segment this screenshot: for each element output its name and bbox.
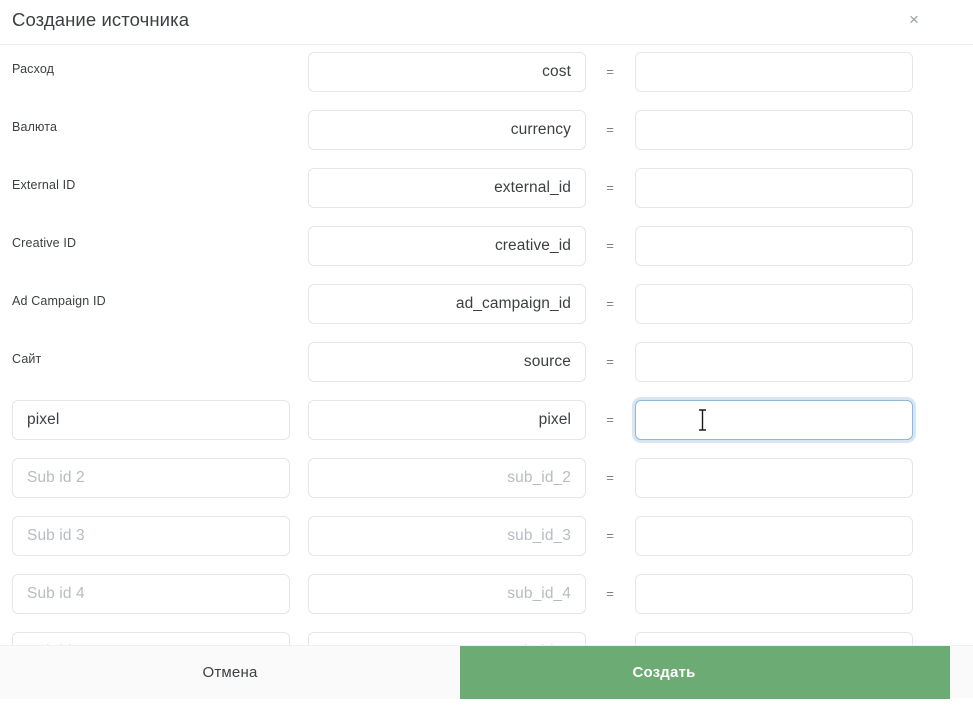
mapped-value-input[interactable]: [635, 400, 913, 440]
field-mapping-row: Ad Campaign ID =: [0, 277, 973, 335]
equals-sign: =: [606, 64, 614, 79]
equals-sign: =: [606, 296, 614, 311]
create-button[interactable]: Создать: [460, 646, 950, 699]
field-mapping-list[interactable]: Расход=Валюта=External ID=Creative ID=Ad…: [0, 45, 973, 645]
equals-sign: =: [606, 180, 614, 195]
mapped-value-input[interactable]: [635, 168, 913, 208]
equals-sign: =: [606, 238, 614, 253]
close-icon[interactable]: ×: [903, 9, 925, 31]
source-field-input[interactable]: [308, 458, 586, 498]
row-label: Валюта: [12, 120, 58, 134]
field-mapping-row: =: [0, 625, 973, 645]
sub-id-name-input[interactable]: [12, 458, 290, 498]
mapped-value-input[interactable]: [635, 52, 913, 92]
field-mapping-row: Сайт =: [0, 335, 973, 393]
field-mapping-row: Расход =: [0, 45, 973, 103]
mapped-value-input[interactable]: [635, 110, 913, 150]
field-mapping-row: Валюта =: [0, 103, 973, 161]
field-mapping-row: =: [0, 509, 973, 567]
equals-sign: =: [606, 528, 614, 543]
equals-sign: =: [606, 470, 614, 485]
row-label: Creative ID: [12, 236, 77, 250]
source-field-input[interactable]: [308, 516, 586, 556]
mapped-value-input[interactable]: [635, 516, 913, 556]
source-field-input[interactable]: [308, 52, 586, 92]
mapped-value-input[interactable]: [635, 458, 913, 498]
mapped-value-input[interactable]: [635, 284, 913, 324]
create-source-dialog: Создание источника × Расход=Валюта=Exter…: [0, 0, 973, 711]
field-mapping-row: Creative ID =: [0, 219, 973, 277]
field-mapping-row: =: [0, 451, 973, 509]
cancel-button[interactable]: Отмена: [0, 646, 460, 699]
field-mapping-row: External ID =: [0, 161, 973, 219]
row-label: Сайт: [12, 352, 42, 366]
equals-sign: =: [606, 412, 614, 427]
equals-sign: =: [606, 122, 614, 137]
source-field-input[interactable]: [308, 632, 586, 645]
dialog-header: Создание источника ×: [0, 0, 973, 45]
mapped-value-input[interactable]: [635, 342, 913, 382]
source-field-input[interactable]: [308, 284, 586, 324]
source-field-input[interactable]: [308, 400, 586, 440]
mapped-value-input[interactable]: [635, 226, 913, 266]
source-field-input[interactable]: [308, 226, 586, 266]
row-label: External ID: [12, 178, 76, 192]
equals-sign: =: [606, 586, 614, 601]
source-field-input[interactable]: [308, 342, 586, 382]
source-field-input[interactable]: [308, 168, 586, 208]
field-mapping-row: =: [0, 393, 973, 451]
equals-sign: =: [606, 354, 614, 369]
source-field-input[interactable]: [308, 110, 586, 150]
sub-id-name-input[interactable]: [12, 574, 290, 614]
field-mapping-row: =: [0, 567, 973, 625]
page-title: Создание источника: [12, 9, 190, 30]
dialog-footer: Отмена Создать: [0, 645, 973, 699]
mapped-value-input[interactable]: [635, 632, 913, 645]
create-button-label: Создать: [632, 664, 696, 681]
row-label: Ad Campaign ID: [12, 294, 106, 308]
row-label: Расход: [12, 62, 55, 76]
sub-id-name-input[interactable]: [12, 516, 290, 556]
sub-id-name-input[interactable]: [12, 400, 290, 440]
sub-id-name-input[interactable]: [12, 632, 290, 645]
source-field-input[interactable]: [308, 574, 586, 614]
mapped-value-input[interactable]: [635, 574, 913, 614]
